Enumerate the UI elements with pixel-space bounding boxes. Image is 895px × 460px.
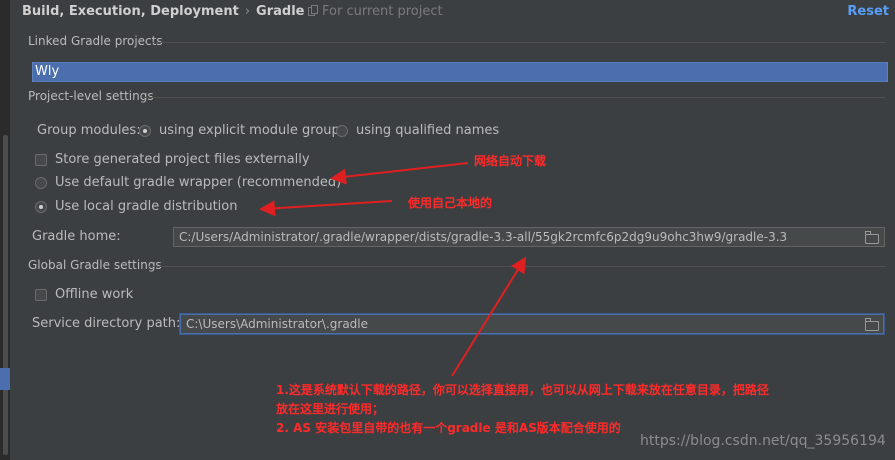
annotation-network-download: 网络自动下载 xyxy=(474,154,547,168)
arrow-use-local xyxy=(259,200,393,217)
arrow-network-download xyxy=(330,162,469,185)
annotation-note-line3: 2. AS 安装包里自带的也有一个gradle 是和AS版本配合使用的 xyxy=(276,421,621,435)
annotation-note-line2: 放在这里进行使用； xyxy=(276,402,385,416)
watermark: https://blog.csdn.net/qq_35956194 xyxy=(640,433,886,449)
annotation-note-line1: 1.这是系统默认下载的路径，你可以选择直接用，也可以从网上下载来放在任意目录，把… xyxy=(276,383,769,397)
arrow-path-note xyxy=(451,256,527,377)
annotation-use-local: 使用自己本地的 xyxy=(408,196,493,210)
